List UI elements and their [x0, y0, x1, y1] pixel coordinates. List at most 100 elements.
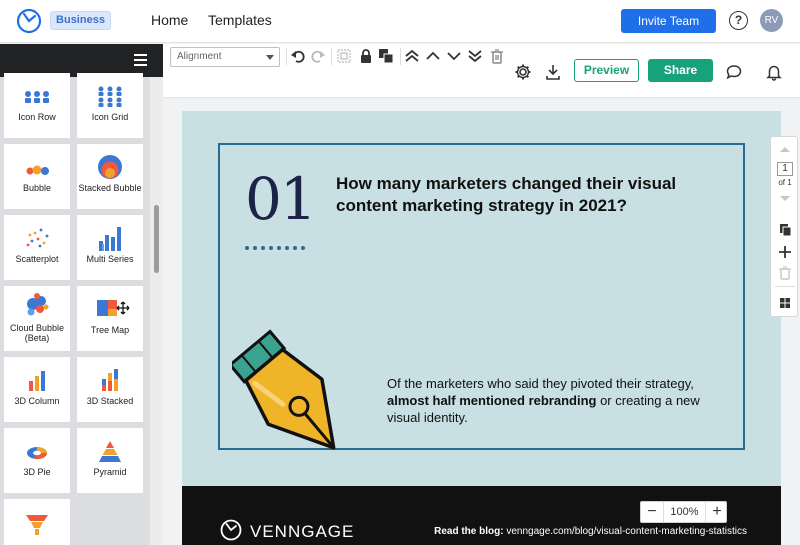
tile-stacked-bubble[interactable]: Stacked Bubble: [77, 144, 143, 209]
icon-row-icon: [25, 91, 49, 103]
send-to-back-icon[interactable]: [467, 48, 483, 64]
blog-label: Read the blog:: [434, 526, 504, 537]
toolbar-divider: [331, 48, 332, 65]
invite-team-button[interactable]: Invite Team: [621, 9, 716, 33]
tile-multi-series[interactable]: Multi Series: [77, 215, 143, 280]
group-icon[interactable]: [336, 48, 352, 64]
zoom-control: − 100% +: [640, 501, 727, 523]
tile-bubble[interactable]: Bubble: [4, 144, 70, 209]
page-tools-panel: 1 of 1: [770, 136, 798, 317]
duplicate-icon[interactable]: [378, 48, 394, 64]
share-button[interactable]: Share: [648, 59, 713, 82]
preview-button[interactable]: Preview: [574, 59, 639, 82]
answer-text[interactable]: Of the marketers who said they pivoted t…: [387, 375, 717, 426]
icon-grid-icon: [98, 86, 122, 107]
chart-library-sidebar: Icon Row Icon Grid Bubble Stacked Bubble…: [0, 44, 163, 545]
chevron-down-icon: [266, 55, 274, 60]
page-up-icon[interactable]: [771, 144, 799, 154]
nav-home-link[interactable]: Home: [151, 12, 188, 28]
bubble-icon: [26, 165, 49, 175]
question-heading[interactable]: How many marketers changed their visual …: [336, 173, 706, 217]
tile-label: Multi Series: [86, 254, 134, 264]
lock-icon[interactable]: [358, 48, 374, 64]
tile-3d-column[interactable]: 3D Column: [4, 357, 70, 422]
tile-label: Tree Map: [90, 325, 130, 335]
notification-bell-icon[interactable]: [765, 63, 783, 81]
tile-label: 3D Stacked: [86, 396, 134, 406]
canvas-area: 01 How many marketers changed their visu…: [163, 99, 800, 545]
tile-label: 3D Pie: [23, 467, 51, 477]
footer-brand-name: VENNGAGE: [250, 522, 355, 541]
bring-to-front-icon[interactable]: [404, 48, 420, 64]
nav-templates-link[interactable]: Templates: [208, 12, 272, 28]
tile-label: Icon Grid: [91, 112, 129, 122]
current-page-input[interactable]: 1: [777, 162, 793, 176]
cloud-bubble-icon: [27, 293, 49, 316]
toolbar-divider: [286, 48, 287, 65]
trash-icon[interactable]: [489, 48, 505, 64]
answer-text-bold: almost half mentioned rebranding: [387, 393, 597, 408]
help-icon[interactable]: ?: [729, 11, 748, 30]
tile-3d-pie[interactable]: 3D Pie: [4, 428, 70, 493]
tile-label: 3D Column: [14, 396, 60, 406]
zoom-in-button[interactable]: +: [706, 502, 728, 522]
fountain-pen-nib-icon[interactable]: [232, 316, 372, 476]
add-page-icon[interactable]: [771, 245, 799, 259]
section-number[interactable]: 01: [245, 169, 317, 229]
tile-cloud-bubble[interactable]: Cloud Bubble (Beta): [4, 286, 70, 351]
zoom-out-button[interactable]: −: [641, 502, 663, 522]
tile-label: Cloud Bubble (Beta): [9, 323, 65, 343]
tile-funnel[interactable]: [4, 499, 70, 545]
tile-tree-map[interactable]: Tree Map: [77, 286, 143, 351]
3d-column-icon: [29, 371, 45, 391]
answer-text-start: Of the marketers who said they pivoted t…: [387, 376, 694, 391]
tile-label: Scatterplot: [15, 254, 59, 264]
top-navigation: Business Home Templates Invite Team ? RV: [0, 0, 800, 43]
stacked-bubble-icon: [98, 155, 122, 179]
settings-gear-icon[interactable]: [514, 63, 532, 81]
editor-toolbar: Alignment Preview Share: [163, 44, 800, 98]
decorative-dots: [245, 237, 309, 255]
scrollbar-thumb[interactable]: [154, 205, 159, 273]
funnel-icon: [26, 515, 48, 535]
user-avatar[interactable]: RV: [760, 9, 783, 32]
plan-badge: Business: [50, 11, 111, 30]
pyramid-icon: [99, 441, 121, 462]
blog-link-text: Read the blog: venngage.com/blog/visual-…: [434, 526, 747, 537]
hamburger-menu-icon[interactable]: [134, 54, 147, 66]
tile-pyramid[interactable]: Pyramid: [77, 428, 143, 493]
page-down-icon[interactable]: [771, 194, 799, 204]
venngage-logo-icon: [220, 519, 242, 541]
3d-pie-icon: [27, 447, 48, 460]
alignment-dropdown[interactable]: Alignment: [170, 47, 280, 67]
undo-icon[interactable]: [290, 48, 306, 64]
venngage-logo-icon[interactable]: [16, 8, 42, 34]
redo-icon[interactable]: [310, 48, 326, 64]
page-grid-icon[interactable]: [771, 296, 799, 310]
design-artboard[interactable]: 01 How many marketers changed their visu…: [182, 111, 781, 545]
scatterplot-icon: [26, 228, 49, 248]
tree-map-icon: [97, 300, 130, 316]
multi-series-icon: [99, 227, 121, 251]
tile-icon-row[interactable]: Icon Row: [4, 73, 70, 138]
blog-url: venngage.com/blog/visual-content-marketi…: [503, 526, 747, 537]
download-icon[interactable]: [544, 63, 562, 81]
tools-divider: [775, 286, 795, 287]
toolbar-divider: [400, 48, 401, 65]
tile-label: Icon Row: [18, 112, 56, 122]
alignment-value: Alignment: [177, 51, 222, 62]
zoom-level[interactable]: 100%: [663, 502, 706, 522]
send-backward-icon[interactable]: [446, 48, 462, 64]
tile-label: Bubble: [22, 183, 52, 193]
duplicate-page-icon[interactable]: [771, 223, 799, 237]
bring-forward-icon[interactable]: [425, 48, 441, 64]
sidebar-scrollbar[interactable]: [150, 77, 163, 545]
delete-page-icon[interactable]: [771, 266, 799, 280]
tile-scatterplot[interactable]: Scatterplot: [4, 215, 70, 280]
tile-label: Pyramid: [93, 467, 127, 477]
page-count: of 1: [778, 178, 792, 187]
tile-icon-grid[interactable]: Icon Grid: [77, 73, 143, 138]
tile-label: Stacked Bubble: [78, 183, 142, 193]
comment-icon[interactable]: [725, 63, 743, 81]
tile-3d-stacked[interactable]: 3D Stacked: [77, 357, 143, 422]
